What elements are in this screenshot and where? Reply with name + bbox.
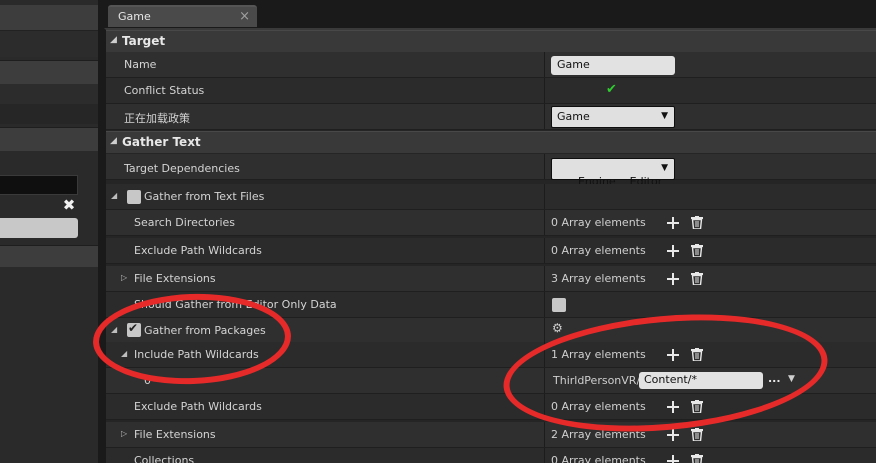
property-row-pkg-file-extensions: ▷ File Extensions 2 Array elements	[106, 422, 876, 448]
category-label: Gather Text	[122, 135, 201, 149]
add-element-icon[interactable]	[667, 245, 679, 257]
left-dock-panel: ✖	[0, 0, 98, 463]
left-panel-header[interactable]	[0, 127, 98, 151]
trash-icon[interactable]	[691, 244, 703, 257]
array-count: 0 Array elements	[551, 216, 646, 229]
tab-close-icon[interactable]: ×	[239, 9, 250, 24]
property-label: Exclude Path Wildcards	[134, 244, 262, 257]
property-label: Gather from Text Files	[144, 190, 265, 203]
expand-arrow-icon[interactable]: ▷	[121, 273, 127, 282]
left-panel-row	[0, 31, 98, 57]
property-row-file-extensions: ▷ File Extensions 3 Array elements	[106, 266, 876, 292]
gather-text-files-checkbox[interactable]	[127, 190, 141, 204]
property-row-collections: Collections 0 Array elements	[106, 448, 876, 463]
left-panel-header[interactable]	[0, 5, 98, 31]
left-panel-header[interactable]	[0, 60, 98, 84]
expand-arrow-icon[interactable]: ▷	[121, 429, 127, 438]
property-label: File Extensions	[134, 428, 216, 441]
close-icon[interactable]: ✖	[60, 196, 78, 214]
array-count: 3 Array elements	[551, 272, 646, 285]
left-panel-row	[0, 151, 98, 175]
array-count: 0 Array elements	[551, 244, 646, 257]
left-panel-input[interactable]	[0, 175, 78, 195]
target-dependencies-dropdown[interactable]: Engine Editor ▼	[551, 158, 675, 188]
left-panel-row	[0, 104, 98, 124]
property-label: Target Dependencies	[124, 162, 240, 175]
property-label: Name	[124, 58, 157, 71]
left-panel-row	[0, 84, 98, 104]
property-row-name: Name Game	[106, 52, 876, 78]
add-element-icon[interactable]	[667, 217, 679, 229]
category-label: Target	[122, 34, 166, 48]
property-row-gather-text-files: ◢ Gather from Text Files	[106, 184, 876, 210]
tab-bar: Game ×	[98, 0, 876, 28]
check-icon: ✔	[606, 82, 617, 97]
property-label: Exclude Path Wildcards	[134, 400, 262, 413]
gear-icon[interactable]: ⚙	[552, 321, 563, 335]
property-row-target-dependencies: Target Dependencies Engine Editor ▼	[106, 154, 876, 188]
left-panel-body	[0, 267, 98, 463]
property-label: Search Directories	[134, 216, 236, 229]
property-label: Collections	[134, 454, 195, 463]
add-element-icon[interactable]	[667, 455, 679, 463]
category-gather-text[interactable]: ◢ Gather Text	[106, 131, 876, 153]
property-row-loading-policy: 正在加载政策 Game ▼	[106, 104, 876, 130]
trash-icon[interactable]	[691, 454, 703, 463]
category-target[interactable]: ◢ Target	[106, 30, 876, 52]
collapse-arrow-icon[interactable]: ◢	[110, 136, 117, 146]
property-label: 正在加载政策	[124, 112, 190, 125]
property-row-search-directories: Search Directories 0 Array elements	[106, 210, 876, 236]
chevron-down-icon: ▼	[661, 111, 668, 121]
left-panel-button[interactable]	[0, 218, 78, 238]
trash-icon[interactable]	[691, 216, 703, 229]
array-count: 0 Array elements	[551, 454, 646, 463]
left-panel-header[interactable]	[0, 245, 98, 267]
property-row-conflict-status: Conflict Status ✔	[106, 78, 876, 104]
property-label: Conflict Status	[124, 84, 205, 97]
collapse-arrow-icon[interactable]: ◢	[111, 191, 117, 200]
property-label: File Extensions	[134, 272, 216, 285]
trash-icon[interactable]	[691, 272, 703, 285]
tab-game[interactable]: Game ×	[108, 5, 257, 27]
dropdown-value: Game	[557, 110, 590, 123]
loading-policy-dropdown[interactable]: Game ▼	[551, 106, 675, 128]
chevron-down-icon: ▼	[661, 163, 668, 173]
add-element-icon[interactable]	[667, 429, 679, 441]
collapse-arrow-icon[interactable]: ◢	[110, 35, 117, 45]
property-row-exclude-wildcards: Exclude Path Wildcards 0 Array elements	[106, 238, 876, 264]
editor-only-checkbox[interactable]	[552, 298, 566, 312]
trash-icon[interactable]	[691, 428, 703, 441]
name-field[interactable]: Game	[551, 56, 675, 75]
add-element-icon[interactable]	[667, 273, 679, 285]
tab-label: Game	[118, 10, 151, 23]
